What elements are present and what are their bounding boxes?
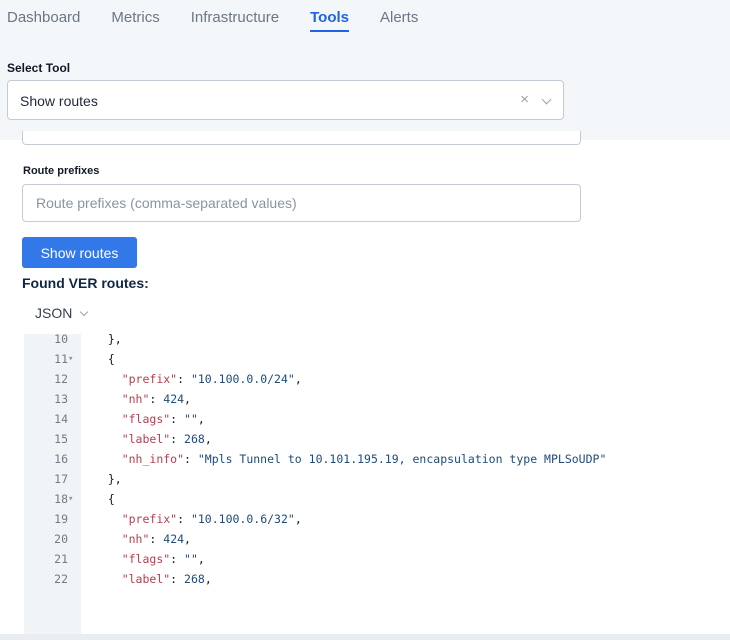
json-value: 424	[163, 392, 185, 406]
code-text: "prefix": "10.100.0.0/24",	[121, 372, 302, 386]
code-text: {	[94, 492, 115, 506]
json-value: 268	[184, 432, 205, 446]
json-key: "label"	[121, 572, 171, 586]
code-text: "nh": 424,	[121, 532, 191, 546]
format-select-value: JSON	[35, 305, 73, 321]
code-line: 22 "label": 268,	[24, 569, 730, 589]
code-text: "flags": "",	[121, 412, 205, 426]
code-line: 20 "nh": 424,	[24, 529, 730, 549]
line-number: 21	[54, 552, 68, 566]
bottom-divider	[0, 634, 730, 640]
json-value: ""	[184, 552, 198, 566]
code-line: 11 ▾ {	[24, 349, 730, 369]
line-number: 17	[54, 472, 68, 486]
json-value: "Mpls Tunnel to 10.101.195.19, encapsula…	[197, 452, 607, 466]
code-line: 14 "flags": "",	[24, 409, 730, 429]
tab-metrics[interactable]: Metrics	[111, 0, 159, 40]
code-text: },	[94, 334, 122, 346]
chevron-down-icon	[80, 307, 89, 316]
line-number: 19	[54, 512, 68, 526]
line-number: 14	[54, 412, 68, 426]
top-panel: Dashboard Metrics Infrastructure Tools A…	[0, 0, 730, 140]
code-text: "label": 268,	[121, 572, 212, 586]
route-prefixes-input[interactable]	[22, 184, 581, 222]
format-select[interactable]: JSON	[35, 303, 89, 323]
code-text: "label": 268,	[121, 432, 212, 446]
clear-icon[interactable]: ×	[520, 91, 529, 108]
json-key: "nh"	[121, 392, 150, 406]
json-value: 268	[184, 572, 205, 586]
json-key: "prefix"	[121, 372, 178, 386]
route-prefixes-label: Route prefixes	[23, 165, 100, 177]
code-line: 17 },	[24, 469, 730, 489]
code-line: 21 "flags": "",	[24, 549, 730, 569]
line-number: 16	[54, 452, 68, 466]
line-number: 13	[54, 392, 68, 406]
code-line: 13 "nh": 424,	[24, 389, 730, 409]
line-number: 12	[54, 372, 68, 386]
json-value: ""	[184, 412, 198, 426]
tab-infrastructure[interactable]: Infrastructure	[191, 0, 279, 40]
code-text: "prefix": "10.100.0.6/32",	[121, 512, 302, 526]
code-text: "nh": 424,	[121, 392, 191, 406]
code-text: "nh_info": "Mpls Tunnel to 10.101.195.19…	[121, 452, 607, 466]
tab-tools[interactable]: Tools	[310, 0, 349, 40]
previous-field-edge	[22, 131, 581, 145]
json-code-editor[interactable]: 10 }, 11 ▾ {12 "prefix": "10.100.0.0/24", 1…	[24, 334, 730, 634]
select-tool-label: Select Tool	[7, 61, 71, 75]
code-text: },	[94, 472, 122, 486]
code-line: 12 "prefix": "10.100.0.0/24",	[24, 369, 730, 389]
fold-toggle-icon[interactable]: ▾	[68, 489, 80, 509]
json-key: "flags"	[121, 412, 171, 426]
json-value: "10.100.0.0/24"	[190, 372, 295, 386]
json-value: "10.100.0.6/32"	[190, 512, 295, 526]
line-number: 11	[54, 352, 68, 366]
json-value: 424	[163, 532, 185, 546]
json-key: "nh_info"	[121, 452, 185, 466]
results-heading: Found VER routes:	[22, 275, 149, 291]
code-line: 10 },	[24, 334, 730, 349]
json-key: "label"	[121, 432, 171, 446]
code-text: {	[94, 352, 115, 366]
code-text: "flags": "",	[121, 552, 205, 566]
chevron-down-icon[interactable]	[541, 94, 552, 105]
nav-tabs: Dashboard Metrics Infrastructure Tools A…	[7, 0, 449, 40]
line-number: 15	[54, 432, 68, 446]
line-number: 18	[54, 492, 68, 506]
json-key: "prefix"	[121, 512, 178, 526]
tab-dashboard[interactable]: Dashboard	[7, 0, 80, 40]
json-key: "flags"	[121, 552, 171, 566]
json-key: "nh"	[121, 532, 150, 546]
fold-toggle-icon[interactable]: ▾	[68, 349, 80, 369]
line-number: 20	[54, 532, 68, 546]
tool-select[interactable]: Show routes ×	[7, 80, 564, 120]
tab-alerts[interactable]: Alerts	[380, 0, 418, 40]
code-line: 18 ▾ {	[24, 489, 730, 509]
tool-select-value: Show routes	[20, 93, 98, 109]
line-number: 22	[54, 572, 68, 586]
code-line: 15 "label": 268,	[24, 429, 730, 449]
code-line: 16 "nh_info": "Mpls Tunnel to 10.101.195…	[24, 449, 730, 469]
code-line: 19 "prefix": "10.100.0.6/32",	[24, 509, 730, 529]
show-routes-button[interactable]: Show routes	[22, 237, 137, 268]
line-number: 10	[54, 334, 68, 346]
